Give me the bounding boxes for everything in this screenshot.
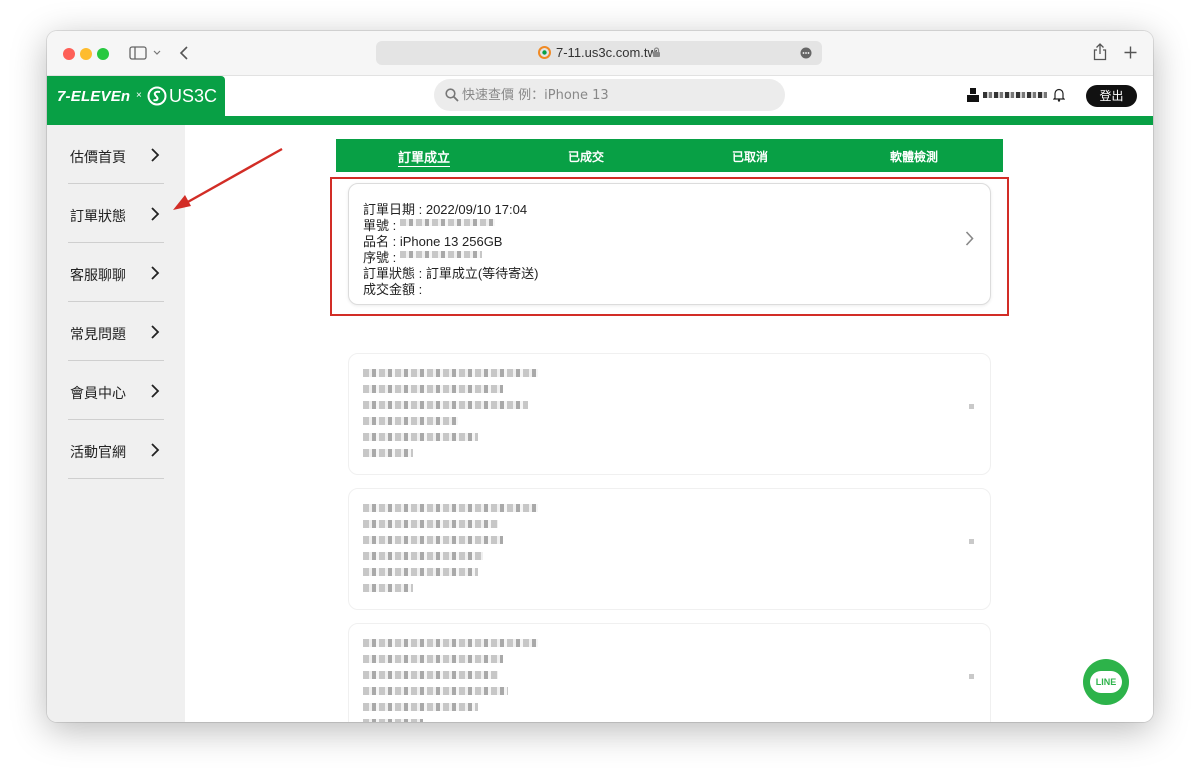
logo-separator: × — [136, 90, 142, 101]
order-card-redacted[interactable] — [348, 353, 991, 475]
header-divider — [47, 116, 1153, 125]
logo-7eleven-text: 7-ELEVEn — [57, 88, 131, 105]
redacted-line — [363, 536, 503, 544]
lock-icon — [653, 47, 660, 57]
order-amount: 成交金額 : — [363, 282, 423, 297]
sidebar-item-label: 活動官網 — [70, 445, 126, 461]
sidebar-item-member-center[interactable]: 會員中心 — [68, 361, 164, 420]
redacted-line — [363, 385, 503, 393]
sidebar-item-label: 常見問題 — [70, 327, 126, 343]
sidebar-toggle-icon[interactable] — [129, 46, 147, 60]
sidebar-item-estimate-home[interactable]: 估價首頁 — [68, 125, 164, 184]
search-input[interactable] — [462, 85, 762, 105]
redacted-line — [363, 671, 498, 679]
search-icon — [445, 88, 459, 102]
search-box[interactable] — [434, 79, 785, 111]
back-icon[interactable] — [179, 46, 189, 60]
chevron-right-icon — [151, 443, 160, 457]
sidebar-item-label: 估價首頁 — [70, 150, 126, 166]
sidebar-item-customer-chat[interactable]: 客服聊聊 — [68, 243, 164, 302]
chevron-right-icon — [151, 266, 160, 280]
close-window-button[interactable] — [63, 48, 75, 60]
chevron-right-icon — [969, 539, 974, 544]
order-number-redacted — [400, 219, 495, 226]
chevron-down-icon[interactable] — [153, 50, 161, 56]
chevron-right-icon — [151, 148, 160, 162]
share-icon[interactable] — [1093, 43, 1107, 61]
order-card-redacted[interactable] — [348, 623, 991, 722]
line-chat-button[interactable]: LINE — [1083, 659, 1129, 705]
redacted-line — [363, 584, 413, 592]
site-favicon-icon — [538, 46, 551, 59]
tab-order-placed[interactable]: 訂單成立 — [374, 147, 474, 166]
redacted-line — [363, 552, 483, 560]
redacted-line — [363, 520, 498, 528]
logout-button[interactable]: 登出 — [1086, 85, 1137, 107]
chevron-right-icon — [151, 325, 160, 339]
redacted-line — [363, 417, 458, 425]
minimize-window-button[interactable] — [80, 48, 92, 60]
bell-icon[interactable] — [1053, 87, 1065, 102]
tab-cancelled[interactable]: 已取消 — [700, 148, 800, 165]
order-tabs: 訂單成立 已成交 已取消 軟體檢測 — [336, 139, 1003, 172]
chevron-right-icon — [151, 384, 160, 398]
redacted-line — [363, 703, 478, 711]
sidebar: 估價首頁 訂單狀態 客服聊聊 常見問題 會員中心 活動官網 — [47, 125, 185, 722]
order-card[interactable]: 訂單日期 : 2022/09/10 17:04 單號 : 品名 : iPhone… — [348, 183, 991, 305]
sidebar-item-label: 訂單狀態 — [70, 209, 126, 225]
redacted-line — [363, 719, 423, 722]
redacted-line — [363, 639, 538, 647]
sidebar-item-faq[interactable]: 常見問題 — [68, 302, 164, 361]
site-header: 7-ELEVEn × US3C 登 — [47, 76, 1153, 116]
redacted-line — [363, 504, 538, 512]
main-content: 訂單成立 已成交 已取消 軟體檢測 訂單日期 : 2022/09/10 17:0… — [185, 125, 1153, 722]
url-text: 7-11.us3c.com.tw — [556, 45, 657, 60]
zoom-window-button[interactable] — [97, 48, 109, 60]
tab-software-check[interactable]: 軟體檢測 — [864, 148, 964, 165]
redacted-line — [363, 449, 413, 457]
order-serial-redacted — [400, 251, 482, 258]
chevron-right-icon — [965, 231, 974, 246]
chevron-right-icon — [969, 404, 974, 409]
redacted-line — [363, 433, 478, 441]
chevron-right-icon — [969, 674, 974, 679]
new-tab-icon[interactable] — [1124, 46, 1137, 59]
sidebar-item-event-site[interactable]: 活動官網 — [68, 420, 164, 479]
order-card-redacted[interactable] — [348, 488, 991, 610]
sidebar-item-order-status[interactable]: 訂單狀態 — [68, 184, 164, 243]
more-options-icon[interactable] — [800, 47, 812, 59]
logo-us3c-text: US3C — [169, 86, 218, 106]
redacted-line — [363, 401, 528, 409]
user-icon — [967, 88, 979, 102]
us3c-logo-icon — [147, 86, 167, 106]
redacted-line — [363, 369, 538, 377]
chevron-right-icon — [151, 207, 160, 221]
line-chat-label: LINE — [1090, 671, 1122, 693]
browser-toolbar: 7-11.us3c.com.tw — [47, 31, 1153, 76]
sidebar-item-label: 客服聊聊 — [70, 268, 126, 284]
user-info[interactable] — [967, 87, 1067, 105]
sidebar-item-label: 會員中心 — [70, 386, 126, 402]
username-redacted — [983, 92, 1047, 98]
address-bar[interactable]: 7-11.us3c.com.tw — [376, 41, 822, 65]
redacted-line — [363, 568, 478, 576]
browser-window: 7-11.us3c.com.tw 7-ELEVEn × US3C 快速查價 例：… — [47, 31, 1153, 722]
redacted-line — [363, 655, 503, 663]
site-logo[interactable]: 7-ELEVEn × US3C — [47, 76, 225, 116]
tab-completed[interactable]: 已成交 — [536, 148, 636, 165]
redacted-line — [363, 687, 508, 695]
